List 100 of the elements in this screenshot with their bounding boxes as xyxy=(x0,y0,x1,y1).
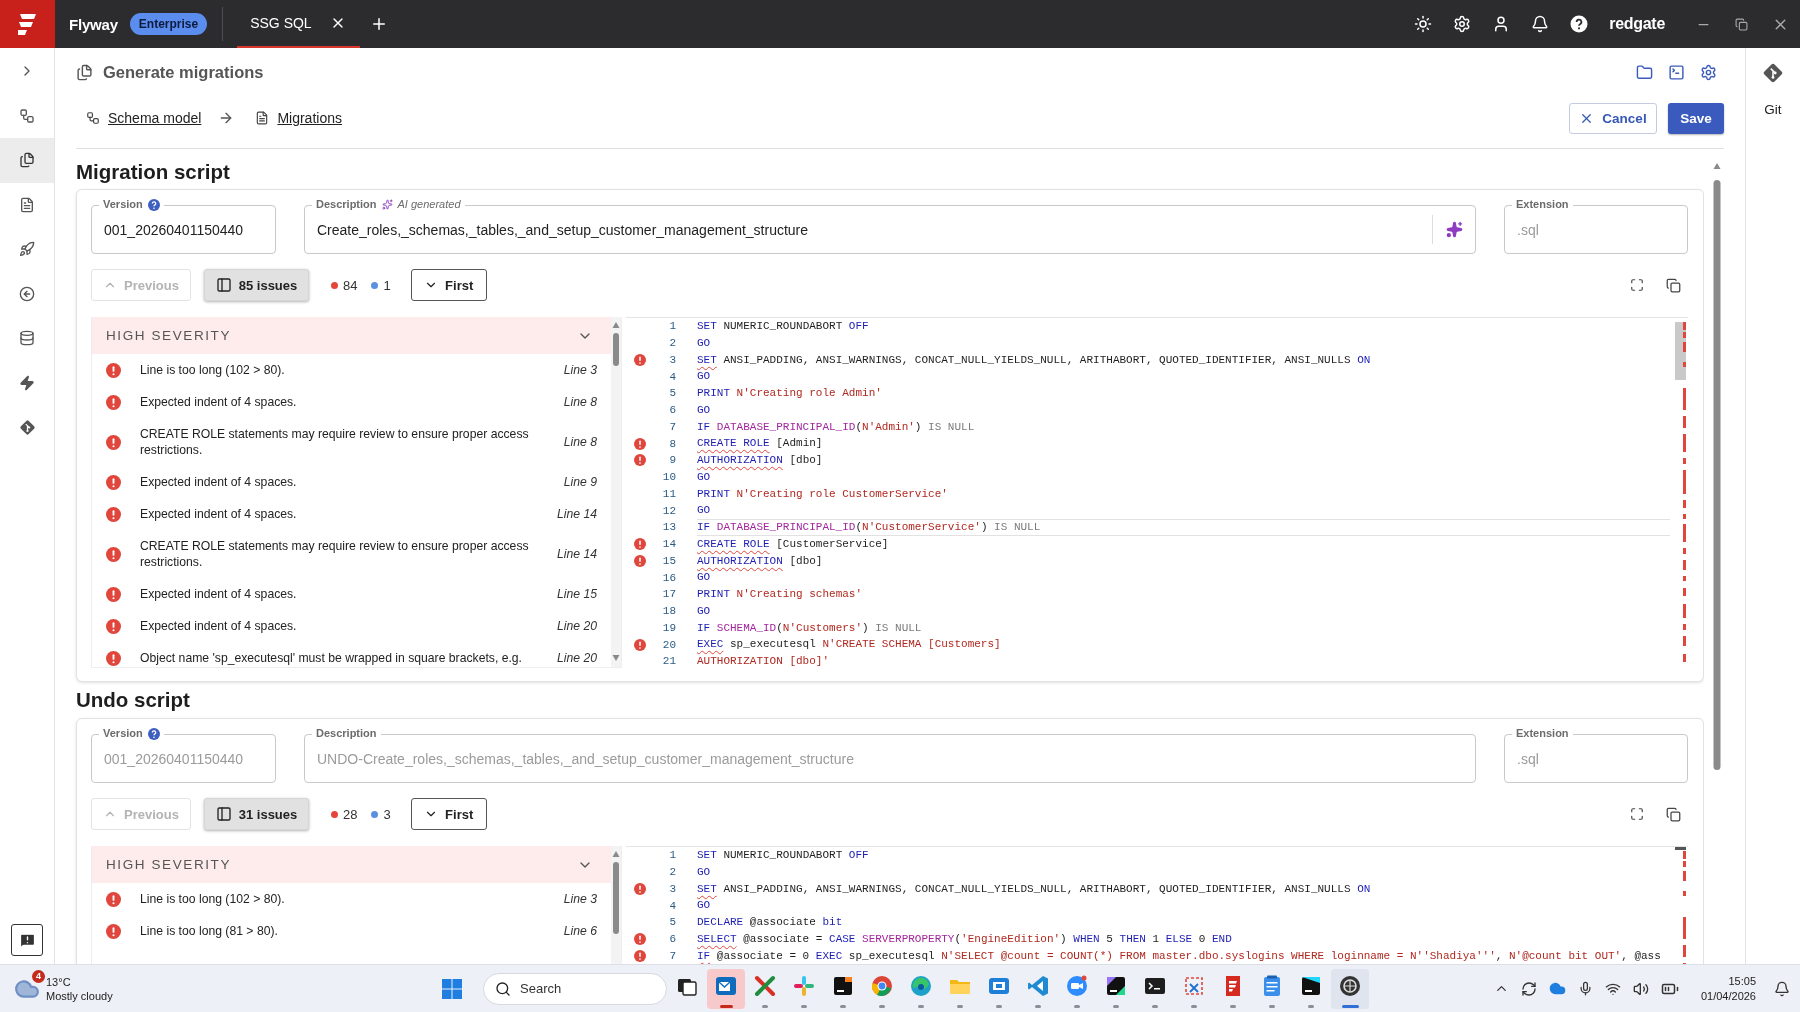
git-button[interactable]: Git xyxy=(1762,62,1784,117)
issue-line: Line 20 xyxy=(556,650,597,666)
issue-line: Line 15 xyxy=(556,586,597,602)
line-number: 16 xyxy=(662,571,676,584)
settings-icon[interactable] xyxy=(1700,63,1717,81)
sun-icon[interactable] xyxy=(1414,15,1433,33)
issue-message: CREATE ROLE statements may require review to ensure proper access restrictions. xyxy=(140,538,530,570)
line-number: 9 xyxy=(669,454,676,467)
code-line: AUTHORIZATION [dbo]' xyxy=(697,654,830,668)
documents-icon xyxy=(76,63,93,81)
code-line: IF DATABASE_PRINCIPAL_ID(N'CustomerService') IS NULL xyxy=(697,519,1670,536)
taskbar-button[interactable] xyxy=(1331,968,1369,1009)
error-icon xyxy=(106,546,121,562)
issue-message: Expected indent of 4 spaces. xyxy=(140,394,298,410)
error-icon xyxy=(634,353,646,366)
line-number: 19 xyxy=(662,621,676,634)
error-icon xyxy=(106,891,121,907)
microphone-icon[interactable] xyxy=(1577,981,1593,996)
code-line: GO xyxy=(697,864,711,880)
first-button[interactable]: First xyxy=(410,269,487,301)
code-line: GO xyxy=(697,402,711,418)
logo-icon xyxy=(0,0,55,48)
save-button[interactable]: Save xyxy=(1668,102,1724,134)
feedback-button[interactable] xyxy=(11,924,43,956)
issues-toggle[interactable]: 85 issues xyxy=(204,269,309,301)
copy-icon[interactable] xyxy=(1666,277,1681,293)
error-icon xyxy=(634,933,646,946)
code-line: IF @associate = 0 EXEC sp_executesql N'SELECT @count = COUNT(*) FROM master.dbo.syslogins WHERE loginname = N''Shadiya''', N'@count bit OUT', @ass xyxy=(697,948,1661,964)
help-icon[interactable] xyxy=(1570,15,1589,33)
line-number: 8 xyxy=(669,437,676,450)
documents-icon xyxy=(19,152,35,169)
line-number: 18 xyxy=(662,605,676,618)
issue-message: CREATE ROLE statements may require review to ensure proper access restrictions. xyxy=(140,426,530,458)
issue-line: Line 8 xyxy=(562,434,597,450)
code-line: DECLARE @associate bit xyxy=(697,915,843,930)
cancel-button[interactable]: Cancel xyxy=(1569,102,1657,134)
code-line: CREATE ROLE [CustomerService] xyxy=(697,536,889,552)
weather-condition: Mostly cloudy xyxy=(46,989,113,1002)
error-icon xyxy=(634,554,646,567)
issue-message: Object name 'sp_executesql' must be wrapped in square brackets, e.g. xyxy=(140,650,523,666)
issue-line: Line 6 xyxy=(562,923,597,939)
expand-icon[interactable] xyxy=(1630,277,1644,292)
cloud-icon[interactable] xyxy=(1548,980,1566,997)
issue-count: 3 xyxy=(383,806,391,822)
section-title: Undo script xyxy=(76,688,190,712)
severity-header[interactable]: HIGH SEVERITY xyxy=(92,317,611,354)
issues-toggle[interactable]: 31 issues xyxy=(204,798,309,830)
error-icon xyxy=(106,434,121,450)
clock-date: 01/04/2026 xyxy=(1700,990,1756,1002)
error-icon xyxy=(106,362,121,378)
code-line: PRINT N'Creating schemas' xyxy=(697,587,863,602)
sparkle-icon xyxy=(1446,221,1463,238)
search-icon xyxy=(495,980,511,997)
breadcrumb-link[interactable]: Schema model xyxy=(108,110,202,126)
code-line: GO xyxy=(697,503,711,519)
document-icon xyxy=(255,111,270,125)
section-title: Migration script xyxy=(76,160,230,184)
code-line: AUTHORIZATION [dbo] xyxy=(697,553,823,569)
page-title: Generate migrations xyxy=(103,62,264,82)
line-number: 14 xyxy=(662,538,676,551)
expand-icon[interactable] xyxy=(1630,806,1644,821)
line-number: 4 xyxy=(669,370,676,383)
first-button[interactable]: First xyxy=(410,798,487,830)
four-squares-icon xyxy=(441,977,463,1000)
breadcrumb-link[interactable]: Migrations xyxy=(277,110,342,126)
line-number: 1 xyxy=(669,320,676,333)
bell-icon[interactable] xyxy=(1531,15,1550,33)
line-number: 5 xyxy=(669,387,676,400)
code-line: AUTHORIZATION [dbo] xyxy=(697,453,823,468)
code-line: IF SCHEMA_ID(N'Customers') IS NULL xyxy=(697,620,922,636)
speaker-icon[interactable] xyxy=(1632,980,1649,997)
terminal-icon[interactable] xyxy=(1668,63,1685,81)
line-number: 15 xyxy=(662,554,676,567)
issue-count: 1 xyxy=(383,277,391,293)
tab[interactable]: SSG SQL xyxy=(237,0,360,48)
folder-icon[interactable] xyxy=(1636,63,1653,81)
crosshair-icon xyxy=(1338,973,1362,998)
copy-icon[interactable] xyxy=(1666,806,1681,822)
sync-icon[interactable] xyxy=(1520,980,1537,997)
severity-header[interactable]: HIGH SEVERITY xyxy=(92,846,611,883)
diagram-icon xyxy=(19,107,35,124)
line-number: 13 xyxy=(662,521,676,534)
error-icon xyxy=(106,474,121,490)
bell-icon[interactable] xyxy=(1774,980,1790,997)
nav-button[interactable] xyxy=(0,138,54,183)
line-number: 4 xyxy=(669,899,676,912)
restore-icon[interactable] xyxy=(1735,17,1748,31)
code-line: EXEC sp_executesql N'CREATE SCHEMA [Customers] xyxy=(697,637,1001,653)
code-line: GO xyxy=(697,570,711,586)
ribbon-icon xyxy=(1026,973,1050,998)
line-number: 10 xyxy=(662,471,676,484)
settings-icon[interactable] xyxy=(1453,15,1472,33)
search-field[interactable]: Search xyxy=(483,972,667,1005)
error-icon xyxy=(106,586,121,602)
line-number: 3 xyxy=(669,353,676,366)
error-icon xyxy=(106,650,121,666)
code-line: SET NUMERIC_ROUNDABORT OFF xyxy=(697,319,869,334)
code-line: PRINT N'Creating role CustomerService' xyxy=(697,486,948,502)
line-number: 11 xyxy=(662,487,676,500)
panel-icon xyxy=(215,806,232,822)
